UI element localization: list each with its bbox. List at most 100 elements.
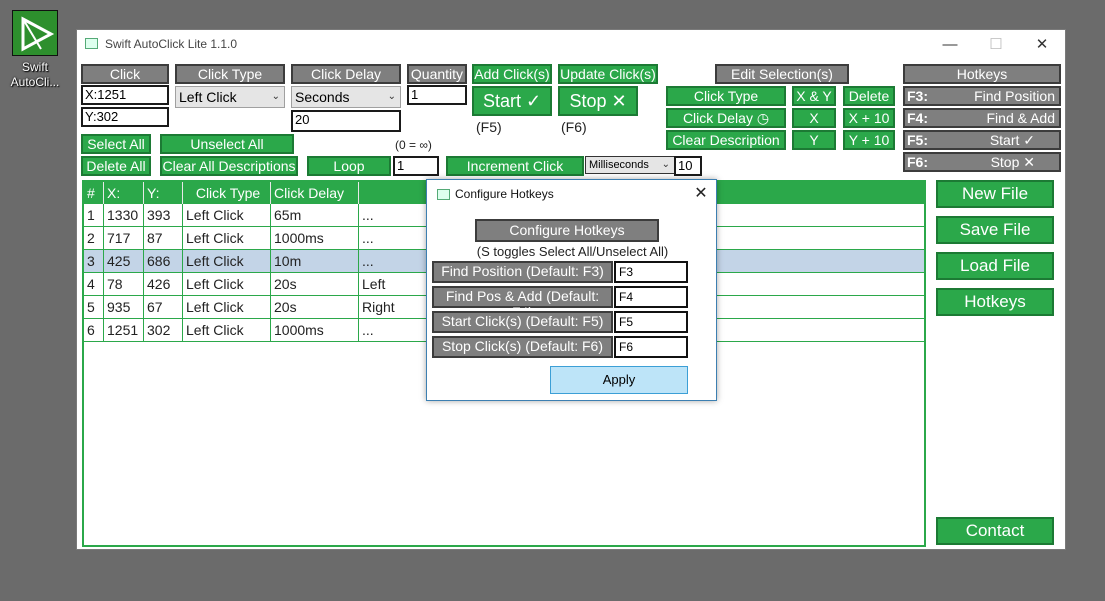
cell-x: 717: [104, 227, 144, 249]
cell-x: 1251: [104, 319, 144, 341]
desktop-shortcut-label: Swift AutoCli...: [10, 60, 60, 89]
find-position-hotkey-label: Find Position (Default: F3): [432, 261, 613, 283]
cell-x: 425: [104, 250, 144, 272]
start-button[interactable]: Start ✓: [472, 86, 552, 116]
column-header-x[interactable]: X:: [104, 182, 144, 204]
click-type-select[interactable]: Left Click ⌄: [175, 86, 285, 108]
chevron-down-icon: ⌄: [387, 91, 396, 102]
cell-x: 1330: [104, 204, 144, 226]
y-position-field[interactable]: Y:302: [81, 107, 169, 127]
increment-click-delay-button[interactable]: Increment Click Delay: [446, 156, 584, 190]
cell-click-delay: 1000ms: [271, 227, 359, 249]
click-delay-field[interactable]: 20: [291, 110, 401, 132]
loop-infinite-hint: (0 = ∞): [395, 138, 432, 152]
edit-xy-button[interactable]: X & Y: [792, 86, 836, 106]
column-header-click-delay[interactable]: Click Delay: [271, 182, 359, 204]
save-file-button[interactable]: Save File: [936, 216, 1054, 244]
update-clicks-button[interactable]: Update Click(s): [558, 64, 658, 84]
increment-value-field[interactable]: 10: [674, 156, 702, 176]
add-clicks-button[interactable]: Add Click(s): [472, 64, 552, 84]
stop-clicks-hotkey-label: Stop Click(s) (Default: F6): [432, 336, 613, 358]
stop-clicks-hotkey-input[interactable]: F6: [614, 336, 688, 358]
unselect-all-button[interactable]: Unselect All: [160, 134, 294, 154]
select-all-button[interactable]: Select All: [81, 134, 151, 154]
click-position-header: Click Position: [81, 64, 169, 98]
edit-click-type-button[interactable]: Click Type: [666, 86, 786, 106]
cell-click-type: Left Click: [183, 250, 271, 272]
minimize-button[interactable]: —: [927, 30, 973, 60]
cell-y: 302: [144, 319, 183, 341]
find-position-hotkey-input[interactable]: F3: [614, 261, 688, 283]
column-header-y[interactable]: Y:: [144, 182, 183, 204]
loop-count-field[interactable]: 1: [393, 156, 439, 176]
dialog-close-button[interactable]: ✕: [689, 182, 713, 206]
hotkey-action: Find & Add: [986, 110, 1056, 126]
edit-selections-header: Edit Selection(s): [715, 64, 849, 84]
window-app-icon: [85, 38, 98, 49]
configure-hotkeys-dialog: Configure Hotkeys ✕ Configure Hotkeys (S…: [426, 179, 717, 401]
dialog-header: Configure Hotkeys: [475, 219, 659, 242]
close-button[interactable]: ✕: [1019, 30, 1065, 60]
hotkey-key: F3:: [907, 88, 928, 104]
click-type-select-value: Left Click: [179, 89, 237, 105]
apply-button[interactable]: Apply: [550, 366, 688, 394]
delete-all-button[interactable]: Delete All: [81, 156, 151, 176]
hotkeys-button[interactable]: Hotkeys: [936, 288, 1054, 316]
delete-button[interactable]: Delete: [843, 86, 895, 106]
hotkeys-panel-list: F3: Find Position F4: Find & Add F5: Start …: [903, 86, 1061, 174]
cell-x: 78: [104, 273, 144, 295]
hotkey-action: Find Position: [974, 88, 1055, 104]
y-plus-10-button[interactable]: Y + 10: [843, 130, 895, 150]
clear-description-button[interactable]: Clear Description: [666, 130, 786, 150]
find-pos-add-hotkey-label: Find Pos & Add (Default: F4): [432, 286, 613, 320]
hotkey-key: F4:: [907, 110, 928, 126]
cell-click-type: Left Click: [183, 296, 271, 318]
column-header-index[interactable]: #: [84, 182, 104, 204]
load-file-button[interactable]: Load File: [936, 252, 1054, 280]
hotkey-item-stop: F6: Stop ✕: [903, 152, 1061, 172]
chevron-down-icon: ⌄: [271, 91, 280, 102]
hotkey-key: F6:: [907, 154, 928, 170]
cell-index: 3: [84, 250, 104, 272]
click-delay-unit-select[interactable]: Seconds ⌄: [291, 86, 401, 108]
edit-x-button[interactable]: X: [792, 108, 836, 128]
stop-hotkey-label: (F6): [561, 119, 587, 135]
cell-index: 4: [84, 273, 104, 295]
cell-click-delay: 20s: [271, 296, 359, 318]
find-pos-add-hotkey-input[interactable]: F4: [614, 286, 688, 308]
hotkey-action: Stop ✕: [990, 154, 1035, 170]
x-plus-10-button[interactable]: X + 10: [843, 108, 895, 128]
desktop-shortcut-swift-autoclick[interactable]: Swift AutoCli...: [8, 8, 62, 92]
stop-button[interactable]: Stop ✕: [558, 86, 638, 116]
maximize-button[interactable]: ☐: [973, 30, 1019, 60]
cell-y: 393: [144, 204, 183, 226]
x-position-field[interactable]: X:1251: [81, 85, 169, 105]
loop-clicks-button[interactable]: Loop Click(s): [307, 156, 391, 190]
cell-y: 686: [144, 250, 183, 272]
start-hotkey-label: (F5): [476, 119, 502, 135]
edit-click-delay-button[interactable]: Click Delay ◷: [666, 108, 786, 128]
cell-click-type: Left Click: [183, 273, 271, 295]
edit-y-button[interactable]: Y: [792, 130, 836, 150]
quantity-header: Quantity: [407, 64, 467, 84]
click-type-header: Click Type: [175, 64, 285, 84]
cell-click-type: Left Click: [183, 319, 271, 341]
dialog-app-icon: [437, 189, 450, 200]
cell-y: 87: [144, 227, 183, 249]
quantity-field[interactable]: 1: [407, 85, 467, 105]
start-clicks-hotkey-input[interactable]: F5: [614, 311, 688, 333]
new-file-button[interactable]: New File: [936, 180, 1054, 208]
cell-y: 67: [144, 296, 183, 318]
start-clicks-hotkey-label: Start Click(s) (Default: F5): [432, 311, 613, 333]
cell-index: 6: [84, 319, 104, 341]
cell-click-delay: 1000ms: [271, 319, 359, 341]
contact-button[interactable]: Contact: [936, 517, 1054, 545]
dialog-title: Configure Hotkeys: [455, 187, 554, 201]
hotkey-key: F5:: [907, 132, 928, 148]
clear-all-descriptions-button[interactable]: Clear All Descriptions: [160, 156, 298, 176]
app-logo-icon: [12, 10, 58, 56]
title-bar: Swift AutoClick Lite 1.1.0 — ☐ ✕: [77, 30, 1065, 60]
cell-click-type: Left Click: [183, 204, 271, 226]
increment-unit-select[interactable]: Milliseconds ⌄: [585, 156, 675, 174]
column-header-click-type[interactable]: Click Type: [183, 182, 271, 204]
